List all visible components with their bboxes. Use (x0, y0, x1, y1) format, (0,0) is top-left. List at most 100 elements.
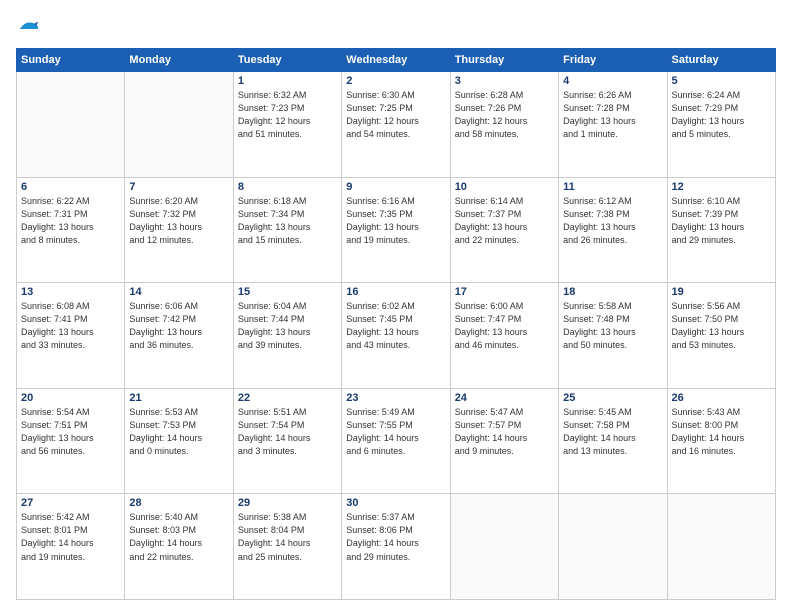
day-info: Sunrise: 6:06 AM Sunset: 7:42 PM Dayligh… (129, 300, 228, 352)
day-cell: 6 Sunrise: 6:22 AM Sunset: 7:31 PM Daylig… (17, 177, 125, 283)
day-cell (450, 494, 558, 600)
day-number: 18 (563, 286, 662, 298)
week-row-4: 20 Sunrise: 5:54 AM Sunset: 7:51 PM Dayli… (17, 388, 776, 494)
day-info: Sunrise: 5:53 AM Sunset: 7:53 PM Dayligh… (129, 406, 228, 458)
day-info: Sunrise: 5:43 AM Sunset: 8:00 PM Dayligh… (672, 406, 771, 458)
day-number: 16 (346, 286, 445, 298)
day-info: Sunrise: 6:16 AM Sunset: 7:35 PM Dayligh… (346, 195, 445, 247)
day-number: 22 (238, 392, 337, 404)
day-info: Sunrise: 5:38 AM Sunset: 8:04 PM Dayligh… (238, 511, 337, 563)
day-number: 1 (238, 75, 337, 87)
day-cell: 24 Sunrise: 5:47 AM Sunset: 7:57 PM Dayli… (450, 388, 558, 494)
week-row-2: 6 Sunrise: 6:22 AM Sunset: 7:31 PM Daylig… (17, 177, 776, 283)
day-info: Sunrise: 5:40 AM Sunset: 8:03 PM Dayligh… (129, 511, 228, 563)
day-info: Sunrise: 6:28 AM Sunset: 7:26 PM Dayligh… (455, 89, 554, 141)
day-cell: 2 Sunrise: 6:30 AM Sunset: 7:25 PM Daylig… (342, 72, 450, 178)
day-info: Sunrise: 6:32 AM Sunset: 7:23 PM Dayligh… (238, 89, 337, 141)
day-cell: 17Sunrise: 6:00 AM Sunset: 7:47 PM Dayli… (450, 283, 558, 389)
day-cell: 8 Sunrise: 6:18 AM Sunset: 7:34 PM Daylig… (233, 177, 341, 283)
day-number: 5 (672, 75, 771, 87)
day-cell: 18 Sunrise: 5:58 AM Sunset: 7:48 PM Dayli… (559, 283, 667, 389)
day-info: Sunrise: 5:51 AM Sunset: 7:54 PM Dayligh… (238, 406, 337, 458)
day-info: Sunrise: 6:10 AM Sunset: 7:39 PM Dayligh… (672, 195, 771, 247)
day-number: 14 (129, 286, 228, 298)
page: SundayMondayTuesdayWednesdayThursdayFrid… (0, 0, 792, 612)
day-cell: 4 Sunrise: 6:26 AM Sunset: 7:28 PM Daylig… (559, 72, 667, 178)
day-cell: 30Sunrise: 5:37 AM Sunset: 8:06 PM Dayli… (342, 494, 450, 600)
day-number: 6 (21, 181, 120, 193)
day-number: 12 (672, 181, 771, 193)
day-cell (125, 72, 233, 178)
weekday-wednesday: Wednesday (342, 49, 450, 72)
day-info: Sunrise: 5:58 AM Sunset: 7:48 PM Dayligh… (563, 300, 662, 352)
day-info: Sunrise: 6:08 AM Sunset: 7:41 PM Dayligh… (21, 300, 120, 352)
day-number: 21 (129, 392, 228, 404)
day-cell: 15 Sunrise: 6:04 AM Sunset: 7:44 PM Dayli… (233, 283, 341, 389)
day-number: 15 (238, 286, 337, 298)
week-row-1: 1 Sunrise: 6:32 AM Sunset: 7:23 PM Daylig… (17, 72, 776, 178)
day-info: Sunrise: 6:12 AM Sunset: 7:38 PM Dayligh… (563, 195, 662, 247)
day-cell: 5 Sunrise: 6:24 AM Sunset: 7:29 PM Daylig… (667, 72, 775, 178)
day-cell: 14 Sunrise: 6:06 AM Sunset: 7:42 PM Dayli… (125, 283, 233, 389)
day-cell: 10 Sunrise: 6:14 AM Sunset: 7:37 PM Dayli… (450, 177, 558, 283)
day-cell (667, 494, 775, 600)
day-number: 25 (563, 392, 662, 404)
day-info: Sunrise: 5:45 AM Sunset: 7:58 PM Dayligh… (563, 406, 662, 458)
day-cell: 1 Sunrise: 6:32 AM Sunset: 7:23 PM Daylig… (233, 72, 341, 178)
day-number: 23 (346, 392, 445, 404)
day-cell: 12 Sunrise: 6:10 AM Sunset: 7:39 PM Dayli… (667, 177, 775, 283)
day-cell: 19Sunrise: 5:56 AM Sunset: 7:50 PM Dayli… (667, 283, 775, 389)
day-number: 7 (129, 181, 228, 193)
day-number: 17 (455, 286, 554, 298)
day-cell: 9 Sunrise: 6:16 AM Sunset: 7:35 PM Daylig… (342, 177, 450, 283)
weekday-monday: Monday (125, 49, 233, 72)
day-number: 10 (455, 181, 554, 193)
day-info: Sunrise: 6:14 AM Sunset: 7:37 PM Dayligh… (455, 195, 554, 247)
day-number: 30 (346, 497, 445, 509)
day-info: Sunrise: 5:42 AM Sunset: 8:01 PM Dayligh… (21, 511, 120, 563)
day-cell: 16Sunrise: 6:02 AM Sunset: 7:45 PM Dayli… (342, 283, 450, 389)
day-number: 9 (346, 181, 445, 193)
day-cell: 28 Sunrise: 5:40 AM Sunset: 8:03 PM Dayli… (125, 494, 233, 600)
weekday-thursday: Thursday (450, 49, 558, 72)
day-number: 13 (21, 286, 120, 298)
day-number: 24 (455, 392, 554, 404)
day-info: Sunrise: 6:26 AM Sunset: 7:28 PM Dayligh… (563, 89, 662, 141)
day-info: Sunrise: 5:49 AM Sunset: 7:55 PM Dayligh… (346, 406, 445, 458)
day-cell: 23 Sunrise: 5:49 AM Sunset: 7:55 PM Dayli… (342, 388, 450, 494)
day-info: Sunrise: 5:54 AM Sunset: 7:51 PM Dayligh… (21, 406, 120, 458)
day-info: Sunrise: 6:04 AM Sunset: 7:44 PM Dayligh… (238, 300, 337, 352)
day-cell (17, 72, 125, 178)
day-info: Sunrise: 6:20 AM Sunset: 7:32 PM Dayligh… (129, 195, 228, 247)
weekday-header-row: SundayMondayTuesdayWednesdayThursdayFrid… (17, 49, 776, 72)
day-info: Sunrise: 6:30 AM Sunset: 7:25 PM Dayligh… (346, 89, 445, 141)
day-cell: 13 Sunrise: 6:08 AM Sunset: 7:41 PM Dayli… (17, 283, 125, 389)
day-number: 3 (455, 75, 554, 87)
day-number: 29 (238, 497, 337, 509)
day-cell: 22 Sunrise: 5:51 AM Sunset: 7:54 PM Dayli… (233, 388, 341, 494)
week-row-3: 13 Sunrise: 6:08 AM Sunset: 7:41 PM Dayli… (17, 283, 776, 389)
logo-icon (18, 18, 40, 40)
day-number: 20 (21, 392, 120, 404)
day-info: Sunrise: 5:47 AM Sunset: 7:57 PM Dayligh… (455, 406, 554, 458)
day-cell: 20 Sunrise: 5:54 AM Sunset: 7:51 PM Dayli… (17, 388, 125, 494)
weekday-saturday: Saturday (667, 49, 775, 72)
calendar: SundayMondayTuesdayWednesdayThursdayFrid… (16, 48, 776, 600)
day-info: Sunrise: 6:18 AM Sunset: 7:34 PM Dayligh… (238, 195, 337, 247)
day-number: 2 (346, 75, 445, 87)
day-number: 8 (238, 181, 337, 193)
day-cell: 21 Sunrise: 5:53 AM Sunset: 7:53 PM Dayli… (125, 388, 233, 494)
day-info: Sunrise: 6:24 AM Sunset: 7:29 PM Dayligh… (672, 89, 771, 141)
day-cell: 25 Sunrise: 5:45 AM Sunset: 7:58 PM Dayli… (559, 388, 667, 494)
day-number: 11 (563, 181, 662, 193)
day-cell: 3 Sunrise: 6:28 AM Sunset: 7:26 PM Daylig… (450, 72, 558, 178)
day-number: 19 (672, 286, 771, 298)
day-number: 28 (129, 497, 228, 509)
day-cell: 11 Sunrise: 6:12 AM Sunset: 7:38 PM Dayli… (559, 177, 667, 283)
day-info: Sunrise: 6:22 AM Sunset: 7:31 PM Dayligh… (21, 195, 120, 247)
day-number: 27 (21, 497, 120, 509)
header (16, 12, 776, 40)
day-cell: 7 Sunrise: 6:20 AM Sunset: 7:32 PM Daylig… (125, 177, 233, 283)
weekday-friday: Friday (559, 49, 667, 72)
day-number: 4 (563, 75, 662, 87)
